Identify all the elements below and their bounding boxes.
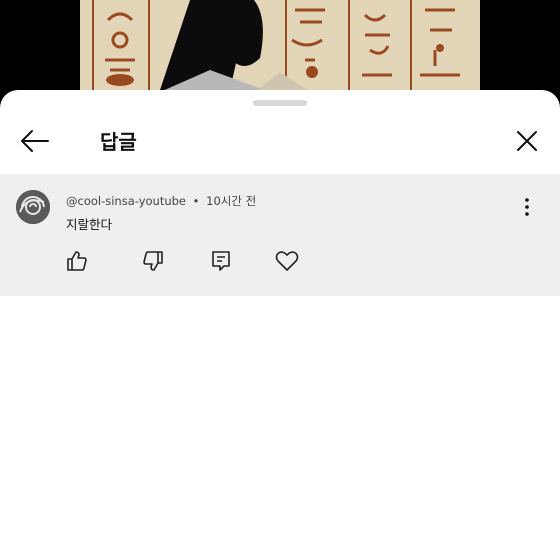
avatar[interactable]	[16, 190, 50, 224]
heart-icon	[275, 251, 299, 271]
dislike-button[interactable]	[140, 248, 166, 274]
more-options-button[interactable]	[518, 196, 536, 218]
thumb-up-icon	[67, 251, 87, 271]
comment-item: @cool-sinsa-youtube • 10시간 전 지랄한다	[0, 174, 560, 296]
replies-sheet: 답글 @cool-sinsa-youtube • 10시간 전 지랄한다	[0, 90, 560, 560]
close-button[interactable]	[510, 124, 544, 158]
comment-text: 지랄한다	[66, 217, 113, 232]
back-button[interactable]	[14, 124, 54, 158]
reply-icon	[212, 251, 230, 271]
comment-time: 10시간 전	[206, 194, 257, 208]
more-vertical-icon	[525, 198, 529, 216]
video-frame	[80, 0, 480, 100]
reply-button[interactable]	[208, 248, 234, 274]
thumb-down-icon	[143, 251, 163, 271]
empty-replies-area	[0, 296, 560, 560]
sheet-header: 답글	[0, 106, 560, 172]
like-button[interactable]	[64, 248, 90, 274]
heart-button[interactable]	[274, 248, 300, 274]
sheet-title: 답글	[100, 130, 137, 154]
meta-separator: •	[192, 194, 200, 208]
comment-meta: @cool-sinsa-youtube • 10시간 전	[66, 193, 256, 209]
arrow-left-icon	[21, 130, 49, 152]
video-background	[0, 0, 560, 100]
comment-author[interactable]: @cool-sinsa-youtube	[66, 194, 186, 208]
close-icon	[517, 131, 537, 151]
